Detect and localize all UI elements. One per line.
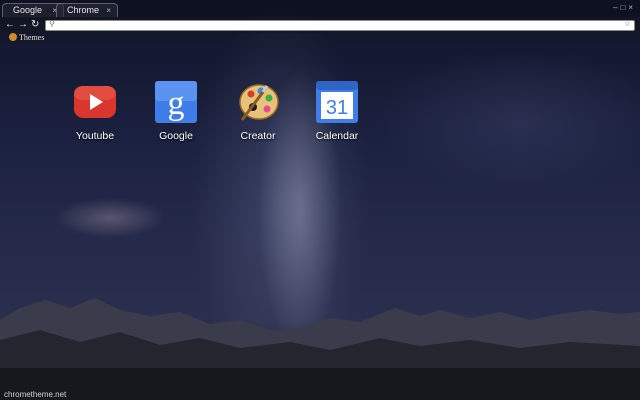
tab-label: Google — [13, 5, 43, 15]
app-label: Calendar — [315, 130, 359, 142]
calendar-glyph: 31 — [326, 97, 348, 119]
close-window-icon[interactable]: × — [628, 3, 636, 12]
tab-label: Chrome — [67, 5, 100, 15]
search-icon: ⚲ — [49, 19, 55, 28]
tab-chrome[interactable]: Chrome × — [56, 3, 118, 17]
bookmark-label: Themes — [19, 33, 45, 42]
forward-icon[interactable]: → — [18, 18, 28, 32]
palette-icon — [236, 80, 280, 124]
bookmarks-bar — [0, 33, 640, 44]
app-youtube[interactable]: Youtube — [60, 80, 130, 142]
youtube-icon — [73, 80, 117, 124]
app-google[interactable]: g Google — [141, 80, 211, 142]
star-icon[interactable]: ☆ — [624, 19, 631, 28]
app-creator[interactable]: Creator — [223, 80, 293, 142]
close-tab-icon[interactable]: × — [106, 4, 111, 17]
reload-icon[interactable]: ↻ — [31, 18, 39, 32]
app-calendar[interactable]: 31 Calendar — [302, 80, 372, 142]
app-label: Google — [159, 130, 193, 142]
window-controls[interactable]: ‒□× — [613, 3, 636, 12]
google-glyph: g — [168, 85, 185, 122]
bookmark-themes[interactable]: Themes — [9, 33, 44, 42]
app-label: Youtube — [75, 130, 115, 142]
back-icon[interactable]: ← — [5, 18, 15, 32]
footer-attribution: chrometheme.net — [4, 390, 67, 399]
tab-google[interactable]: Google × — [2, 3, 64, 17]
themes-icon — [9, 33, 17, 41]
app-label: Creator — [240, 130, 276, 142]
calendar-icon: 31 — [315, 80, 359, 124]
google-icon: g — [154, 80, 198, 124]
mountains-silhouette — [0, 298, 640, 400]
omnibox[interactable]: ⚲ ☆ — [45, 19, 635, 31]
